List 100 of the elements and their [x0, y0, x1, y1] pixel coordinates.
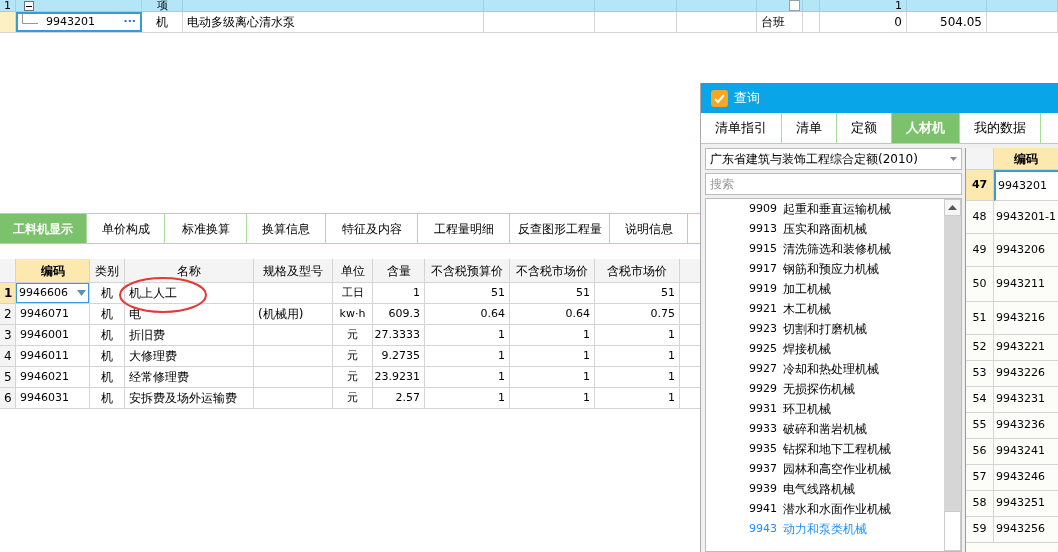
table-cell: 折旧费	[125, 325, 254, 346]
more-button[interactable]: ···	[123, 13, 136, 31]
table-cell: 项	[142, 0, 183, 12]
dialog-title: 查询	[734, 89, 760, 108]
checkbox[interactable]	[789, 0, 800, 11]
table-cell[interactable]: 9943256	[994, 517, 1058, 543]
table-cell: 1	[425, 388, 510, 409]
table-cell[interactable]: 9943211	[994, 267, 1058, 302]
table-cell[interactable]: 9943226	[994, 361, 1058, 387]
library-dropdown[interactable]: 广东省建筑与装饰工程综合定额(2010)	[705, 148, 963, 170]
category-item[interactable]: 9937 园林和高空作业机械	[749, 459, 945, 479]
table-cell[interactable]: 9943221	[994, 335, 1058, 361]
category-item[interactable]: 9935 钻探和地下工程机械	[749, 439, 945, 459]
table-cell: 2.57	[373, 388, 425, 409]
table-cell[interactable]: 9943201	[994, 170, 1058, 201]
category-item[interactable]: 9927 冷却和热处理机械	[749, 359, 945, 379]
scroll-up-icon[interactable]	[948, 205, 958, 210]
column-header: 规格及型号	[254, 259, 333, 283]
table-cell: 1	[510, 325, 595, 346]
scrollbar[interactable]	[944, 199, 962, 551]
category-item[interactable]: 9939 电气线路机械	[749, 479, 945, 499]
table-cell: 1	[373, 283, 425, 304]
table-cell: 1	[820, 0, 907, 12]
table-cell: 0	[820, 12, 907, 33]
scroll-thumb[interactable]	[944, 511, 962, 551]
code-cell-editor[interactable]: 9946606	[16, 283, 89, 303]
table-cell: 机	[90, 367, 125, 388]
category-item[interactable]: 9917 钢筋和预应力机械	[749, 259, 945, 279]
dropdown-icon[interactable]	[950, 157, 958, 161]
category-item[interactable]: 9921 木工机械	[749, 299, 945, 319]
table-cell[interactable]: 9943206	[994, 234, 1058, 267]
row-number: 49	[966, 234, 995, 267]
table-cell[interactable]: 9943241	[994, 439, 1058, 465]
scroll-up-button[interactable]	[944, 199, 962, 216]
column-header: 含税市场价	[595, 259, 680, 283]
dropdown-icon[interactable]	[77, 290, 86, 296]
table-cell[interactable]: 9943201-1	[994, 201, 1058, 234]
row-number: 53	[966, 361, 995, 387]
table-cell	[987, 12, 1058, 33]
table-cell[interactable]: 9943216	[994, 302, 1058, 335]
table-cell: 9.2735	[373, 346, 425, 367]
table-cell: 1	[510, 388, 595, 409]
table-cell: 51	[425, 283, 510, 304]
category-item[interactable]: 9915 清洗筛选和装修机械	[749, 239, 945, 259]
table-cell[interactable]: 9943246	[994, 465, 1058, 491]
table-cell: 9946011	[16, 346, 90, 367]
table-cell: 机	[90, 304, 125, 325]
table-cell: 元	[333, 346, 373, 367]
table-cell[interactable]: 9943231	[994, 387, 1058, 413]
table-cell: 0.64	[425, 304, 510, 325]
table-cell: 台班	[757, 12, 803, 33]
table-cell: 机	[90, 346, 125, 367]
column-header: 不含税预算价	[425, 259, 510, 283]
row-number: 4	[0, 346, 16, 367]
category-item[interactable]: 9909 起重和垂直运输机械	[749, 199, 945, 219]
category-item[interactable]: 9925 焊接机械	[749, 339, 945, 359]
table-cell: 机	[90, 283, 125, 304]
category-item[interactable]: 9913 压实和路面机械	[749, 219, 945, 239]
category-item[interactable]: 9919 加工机械	[749, 279, 945, 299]
tree-line	[22, 14, 38, 24]
category-item[interactable]: 9929 无损探伤机械	[749, 379, 945, 399]
table-cell: 1	[595, 325, 680, 346]
column-header: 单位	[333, 259, 373, 283]
table-cell: 51	[595, 283, 680, 304]
search-field[interactable]: 搜索	[705, 173, 963, 195]
table-cell: 0.75	[595, 304, 680, 325]
code-text: 9943201	[46, 13, 95, 30]
category-item[interactable]: 9941 潜水和水面作业机械	[749, 499, 945, 519]
table-cell: 电	[125, 304, 254, 325]
column-header: 含量	[373, 259, 425, 283]
table-cell: 51	[510, 283, 595, 304]
table-cell: 9946021	[16, 367, 90, 388]
table-cell: kw·h	[333, 304, 373, 325]
table-cell: 安拆费及场外运输费	[125, 388, 254, 409]
table-cell: 机	[142, 12, 183, 33]
column-header: 类别	[90, 259, 125, 283]
column-header: 编码	[994, 148, 1058, 170]
table-cell: 0.64	[510, 304, 595, 325]
category-item[interactable]: 9933 破碎和凿岩机械	[749, 419, 945, 439]
table-cell: 1	[595, 388, 680, 409]
row-number: 3	[0, 325, 16, 346]
column-header: 名称	[125, 259, 254, 283]
table-cell: (机械用)	[254, 304, 333, 325]
table-cell[interactable]: 9943236	[994, 413, 1058, 439]
table-cell[interactable]: 9943251	[994, 491, 1058, 517]
table-cell: 元	[333, 367, 373, 388]
table-cell	[987, 0, 1058, 12]
row-number: 54	[966, 387, 995, 413]
column-header: 编码	[16, 259, 90, 283]
table-cell: 504.05	[907, 12, 987, 33]
collapse-toggle[interactable]	[24, 1, 34, 11]
table-cell: 23.9231	[373, 367, 425, 388]
table-cell: 工日	[333, 283, 373, 304]
table-cell: 1	[595, 346, 680, 367]
table-cell: 1	[425, 367, 510, 388]
category-item[interactable]: 9931 环卫机械	[749, 399, 945, 419]
table-cell: 元	[333, 325, 373, 346]
table-cell: 1	[510, 346, 595, 367]
code-cell-editor[interactable]: 9943201 ···	[16, 12, 142, 32]
category-item[interactable]: 9923 切割和打磨机械	[749, 319, 945, 339]
